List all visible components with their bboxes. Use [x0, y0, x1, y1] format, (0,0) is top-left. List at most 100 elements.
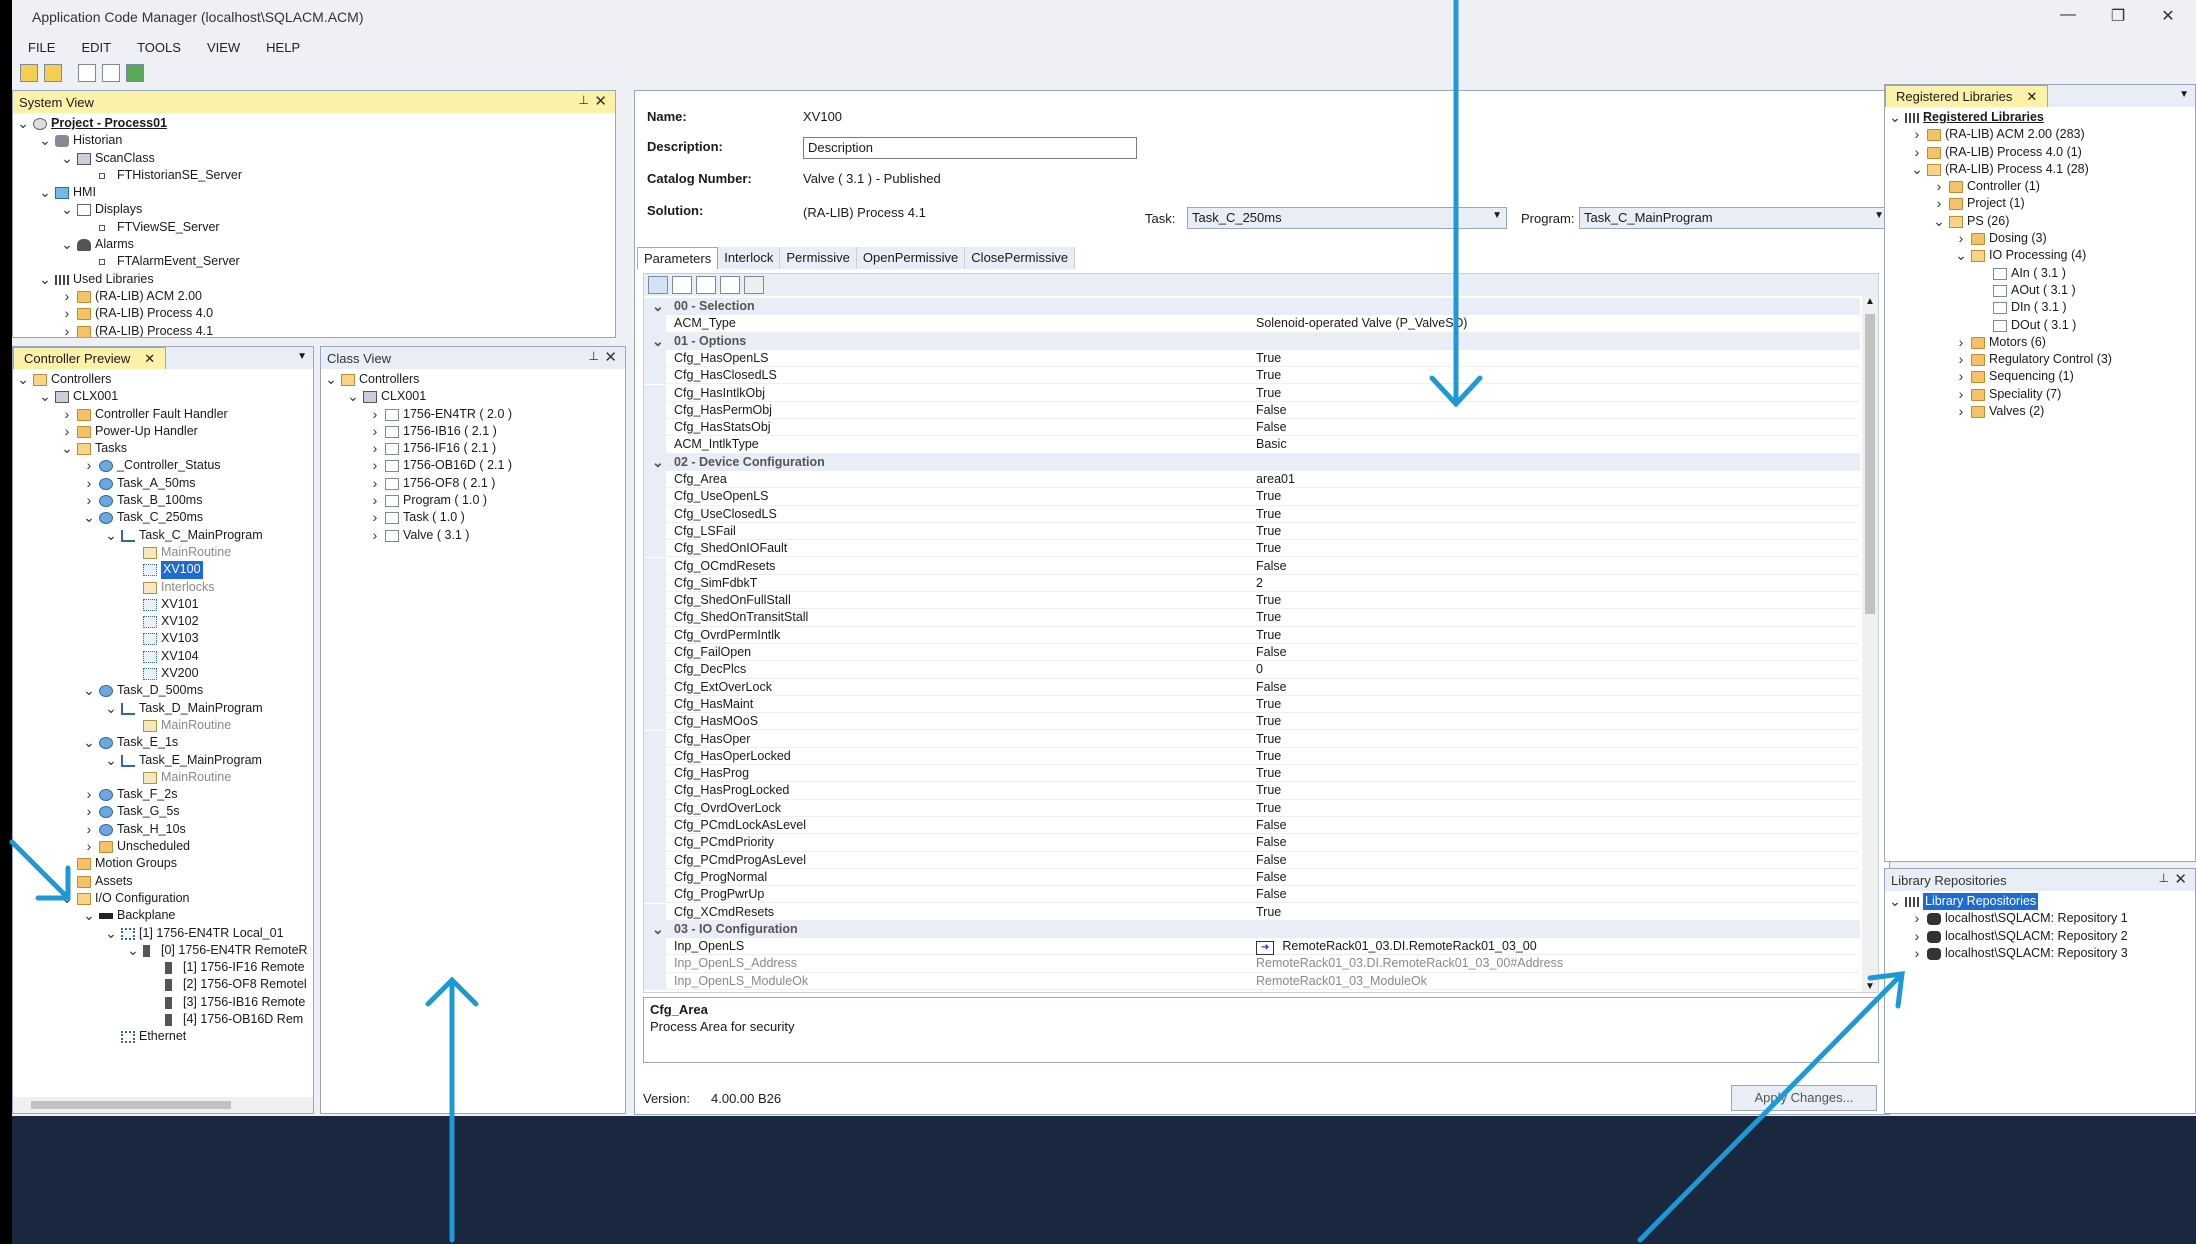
tree-item[interactable]: ⌄ Task_E_1s [13, 734, 313, 751]
grid-property-row[interactable]: Cfg_ExtOverLock False [644, 678, 1860, 696]
collapse-chevron-icon[interactable]: ⌄ [83, 907, 95, 924]
collapse-chevron-icon[interactable]: ⌄ [347, 388, 359, 405]
dropdown-icon[interactable]: ▼ [2179, 89, 2189, 100]
restore-button[interactable]: ❐ [2098, 6, 2138, 26]
tree-item[interactable]: ⌄ Task_D_500ms [13, 682, 313, 699]
tree-item[interactable]: › Unscheduled [13, 838, 313, 855]
tree-item[interactable]: › Valves (2) [1885, 403, 2195, 420]
expand-chevron-icon[interactable]: › [1911, 144, 1923, 161]
grid-property-row[interactable]: Cfg_HasOpenLS True [644, 349, 1860, 368]
collapse-chevron-icon[interactable]: ⌄ [83, 734, 95, 751]
vertical-scrollbar[interactable]: ▲ ▼ [1862, 296, 1878, 992]
expand-chevron-icon[interactable]: › [1911, 928, 1923, 945]
menu-help[interactable]: HELP [266, 40, 300, 55]
new-project-icon[interactable] [20, 64, 38, 82]
tree-item[interactable]: › Assets [13, 873, 313, 890]
property-value[interactable]: False [1256, 869, 1287, 886]
property-value[interactable]: False [1256, 852, 1287, 869]
tree-item[interactable]: › Program ( 1.0 ) [321, 492, 625, 509]
grid-property-row[interactable]: Cfg_Area area01 [644, 471, 1860, 489]
close-icon[interactable]: ✕ [144, 351, 155, 366]
tree-item[interactable]: › (RA-LIB) ACM 2.00 (283) [1885, 126, 2195, 143]
property-value[interactable]: True [1256, 540, 1281, 557]
close-icon[interactable]: ✕ [594, 92, 607, 110]
tree-item[interactable]: › localhost\SQLACM: Repository 3 [1885, 945, 2195, 962]
grid-property-row[interactable]: Cfg_DecPlcs 0 [644, 661, 1860, 679]
collapse-chevron-icon[interactable]: ⌄ [39, 132, 51, 149]
tree-item[interactable]: › 1756-OB16D ( 2.1 ) [321, 457, 625, 474]
expand-chevron-icon[interactable]: › [369, 423, 381, 440]
tree-item[interactable]: [1] 1756-IF16 Remote [13, 959, 313, 976]
tree-item[interactable]: ⌄ Alarms [13, 236, 615, 253]
expand-chevron-icon[interactable]: › [83, 492, 95, 509]
expand-chevron-icon[interactable]: › [61, 873, 73, 890]
expand-chevron-icon[interactable]: › [61, 323, 73, 337]
tree-item[interactable]: › Task ( 1.0 ) [321, 509, 625, 526]
scrollbar-thumb[interactable] [1865, 314, 1875, 614]
tree-item[interactable]: ⌄ Task_E_MainProgram [13, 752, 313, 769]
tree-item[interactable]: ⌄ Task_C_250ms [13, 509, 313, 526]
tree-item[interactable]: › 1756-EN4TR ( 2.0 ) [321, 406, 625, 423]
menu-view[interactable]: VIEW [207, 40, 240, 55]
close-icon[interactable]: ✕ [2174, 870, 2187, 888]
expand-chevron-icon[interactable]: › [1911, 910, 1923, 927]
collapse-chevron-icon[interactable]: ⌄ [1911, 161, 1923, 178]
scrollbar-thumb[interactable] [31, 1101, 231, 1109]
expand-chevron-icon[interactable]: › [369, 457, 381, 474]
grid-category-row[interactable]: ⌄ 01 - Options [644, 332, 1860, 350]
tab-interlock[interactable]: Interlock [718, 247, 781, 269]
grid-property-row[interactable]: Cfg_ShedOnFullStall True [644, 592, 1860, 610]
expand-chevron-icon[interactable]: › [369, 527, 381, 544]
collapse-chevron-icon[interactable]: ⌄ [105, 700, 117, 717]
tree-item[interactable]: DIn ( 3.1 ) [1885, 299, 2195, 316]
expand-chevron-icon[interactable]: › [1955, 403, 1967, 420]
grid-property-row[interactable]: Cfg_HasOper True [644, 730, 1860, 748]
tree-item[interactable]: ⌄ PS (26) [1885, 213, 2195, 230]
expand-chevron-icon[interactable]: › [1955, 351, 1967, 368]
expand-chevron-icon[interactable]: › [83, 803, 95, 820]
tree-item[interactable]: ⌄ Task_D_MainProgram [13, 700, 313, 717]
tree-item[interactable]: ⌄ CLX001 [321, 388, 625, 405]
tree-item[interactable]: XV101 [13, 596, 313, 613]
tree-item[interactable]: › Controller Fault Handler [13, 406, 313, 423]
collapse-chevron-icon[interactable]: ⌄ [127, 942, 139, 959]
grid-property-row[interactable]: Cfg_ProgNormal False [644, 868, 1860, 887]
tree-item[interactable]: ⌄ Tasks [13, 440, 313, 457]
close-icon[interactable]: ✕ [2026, 89, 2037, 104]
tree-item[interactable]: › (RA-LIB) Process 4.0 [13, 305, 615, 322]
pin-icon[interactable]: ⊥ [579, 93, 589, 107]
tree-item[interactable]: FTHistorianSE_Server [13, 167, 615, 184]
collapse-chevron-icon[interactable]: ⌄ [1889, 893, 1901, 910]
tree-item[interactable]: ⌄ Task_C_MainProgram [13, 527, 313, 544]
tree-item[interactable]: MainRoutine [13, 769, 313, 786]
grid-property-row[interactable]: Inp_OpenLS_ModuleOk RemoteRack01_03_Modul… [644, 972, 1860, 990]
tree-item[interactable]: ⌄ Displays [13, 201, 615, 218]
tree-item[interactable]: › Project (1) [1885, 195, 2195, 212]
expand-chevron-icon[interactable]: › [369, 492, 381, 509]
tree-item[interactable]: XV102 [13, 613, 313, 630]
tree-item[interactable]: › 1756-OF8 ( 2.1 ) [321, 475, 625, 492]
expand-chevron-icon[interactable]: › [369, 406, 381, 423]
pin-icon[interactable]: ⊥ [589, 349, 599, 363]
tab-closepermissive[interactable]: ClosePermissive [965, 247, 1076, 269]
collapse-chevron-icon[interactable]: ⌄ [61, 150, 73, 167]
collapse-chevron-icon[interactable]: ⌄ [61, 890, 73, 907]
tree-item[interactable]: XV200 [13, 665, 313, 682]
property-value[interactable]: True [1256, 731, 1281, 748]
tree-item[interactable]: › localhost\SQLACM: Repository 1 [1885, 910, 2195, 927]
grid-property-row[interactable]: Cfg_XCmdResets True [644, 903, 1860, 921]
property-value[interactable]: False [1256, 834, 1287, 851]
tree-item[interactable]: › Motors (6) [1885, 334, 2195, 351]
collapse-chevron-icon[interactable]: ⌄ [39, 388, 51, 405]
menu-edit[interactable]: EDIT [81, 40, 111, 55]
tree-item[interactable]: › Valve ( 3.1 ) [321, 527, 625, 544]
expand-chevron-icon[interactable]: › [61, 288, 73, 305]
tree-item[interactable]: AIn ( 3.1 ) [1885, 265, 2195, 282]
tree-item[interactable]: ⌄ ScanClass [13, 150, 615, 167]
tree-item[interactable]: › (RA-LIB) Process 4.1 [13, 323, 615, 337]
close-icon[interactable]: ✕ [604, 348, 617, 366]
tree-item[interactable]: AOut ( 3.1 ) [1885, 282, 2195, 299]
expand-chevron-icon[interactable]: › [1933, 178, 1945, 195]
apply-changes-button[interactable]: Apply Changes... [1731, 1085, 1877, 1111]
tab-registered-libraries[interactable]: Registered Libraries ✕ [1885, 85, 2049, 107]
